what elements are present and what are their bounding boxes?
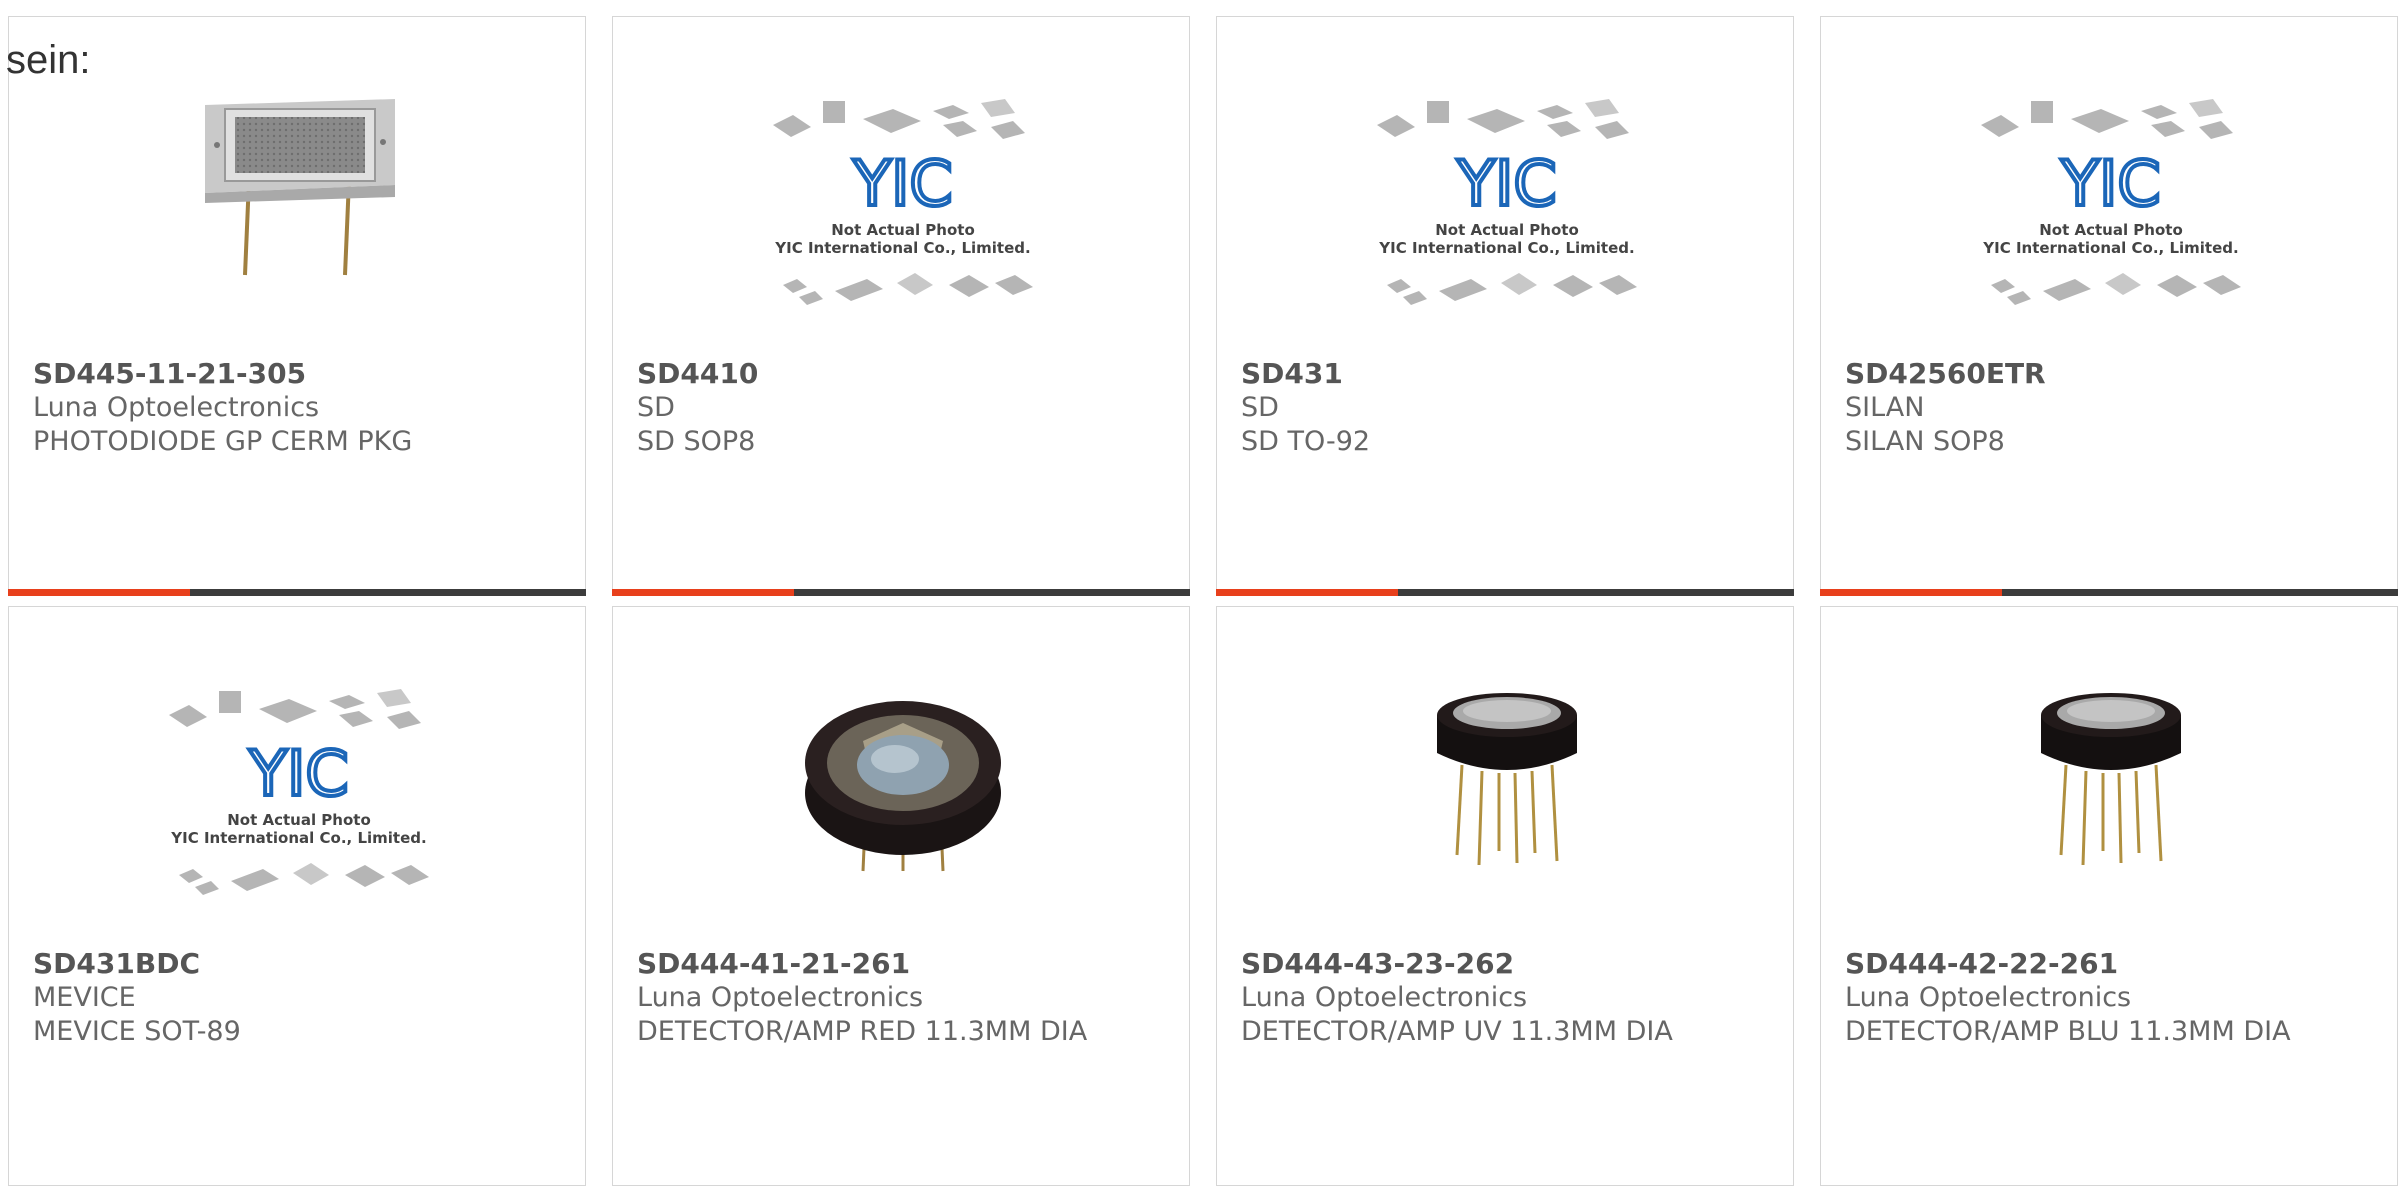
product-image[interactable] <box>2011 675 2211 875</box>
placeholder-line2: YIC International Co., Limited. <box>1378 239 1634 257</box>
detector-pins-image <box>2041 693 2181 866</box>
manufacturer: SD <box>1241 392 1279 423</box>
card-accent-bar <box>8 589 190 596</box>
yic-logo: YIC <box>1456 147 1556 220</box>
placeholder-line1: Not Actual Photo <box>2039 221 2183 239</box>
product-image[interactable]: YIC Not Actual Photo YIC International C… <box>159 675 439 895</box>
product-card[interactable]: YIC Not Actual Photo YIC International C… <box>8 606 586 1186</box>
card-accent-bar <box>1820 589 2002 596</box>
card-bottom-bar <box>8 589 586 596</box>
manufacturer: Luna Optoelectronics <box>33 392 320 423</box>
detector-window-image <box>805 701 1001 872</box>
description: PHOTODIODE GP CERM PKG <box>33 426 413 457</box>
manufacturer: MEVICE <box>33 982 136 1013</box>
product-card[interactable]: SD444-43-23-262 Luna Optoelectronics DET… <box>1216 606 1794 1186</box>
placeholder-line2: YIC International Co., Limited. <box>774 239 1030 257</box>
detector-pins-image <box>1437 693 1577 866</box>
yic-logo: YIC <box>248 737 348 810</box>
placeholder-line2: YIC International Co., Limited. <box>170 829 426 847</box>
product-image[interactable] <box>803 675 1003 875</box>
part-number[interactable]: SD445-11-21-305 <box>33 357 569 391</box>
product-image[interactable] <box>199 85 399 285</box>
part-number[interactable]: SD431 <box>1241 357 1777 391</box>
placeholder-line1: Not Actual Photo <box>227 811 371 829</box>
description: SILAN SOP8 <box>1845 426 2005 457</box>
placeholder-image: YIC Not Actual Photo YIC International C… <box>169 689 429 895</box>
product-card[interactable]: SD444-42-22-261 Luna Optoelectronics DET… <box>1820 606 2398 1186</box>
manufacturer: Luna Optoelectronics <box>1241 982 1528 1013</box>
manufacturer: SILAN <box>1845 392 1925 423</box>
part-number[interactable]: SD42560ETR <box>1845 357 2381 391</box>
product-card[interactable]: SD444-41-21-261 Luna Optoelectronics DET… <box>612 606 1190 1186</box>
description: SD SOP8 <box>637 426 756 457</box>
yic-logo: YIC <box>852 147 952 220</box>
description: DETECTOR/AMP BLU 11.3MM DIA <box>1845 1016 2291 1047</box>
product-card[interactable]: YIC Not Actual Photo YIC International C… <box>612 16 1190 596</box>
card-bottom-bar <box>1216 589 1794 596</box>
card-accent-bar <box>1216 589 1398 596</box>
photodiode-image <box>205 99 395 276</box>
product-image[interactable]: YIC Not Actual Photo YIC International C… <box>763 85 1043 305</box>
description: DETECTOR/AMP RED 11.3MM DIA <box>637 1016 1088 1047</box>
card-accent-bar <box>612 589 794 596</box>
part-number[interactable]: SD4410 <box>637 357 1173 391</box>
manufacturer: Luna Optoelectronics <box>1845 982 2132 1013</box>
manufacturer: Luna Optoelectronics <box>637 982 924 1013</box>
lead-text: sein: <box>6 38 91 82</box>
product-image[interactable]: YIC Not Actual Photo YIC International C… <box>1971 85 2251 305</box>
product-image[interactable] <box>1407 675 1607 875</box>
part-number[interactable]: SD444-42-22-261 <box>1845 947 2381 981</box>
product-card[interactable]: SD445-11-21-305 Luna Optoelectronics PHO… <box>8 16 586 596</box>
manufacturer: SD <box>637 392 675 423</box>
placeholder-image: YIC Not Actual Photo YIC International C… <box>1981 99 2241 305</box>
part-number[interactable]: SD431BDC <box>33 947 569 981</box>
part-number[interactable]: SD444-43-23-262 <box>1241 947 1777 981</box>
card-bottom-bar <box>1820 589 2398 596</box>
product-image[interactable]: YIC Not Actual Photo YIC International C… <box>1367 85 1647 305</box>
product-card[interactable]: YIC Not Actual Photo YIC International C… <box>1820 16 2398 596</box>
description: DETECTOR/AMP UV 11.3MM DIA <box>1241 1016 1673 1047</box>
placeholder-image: YIC Not Actual Photo YIC International C… <box>773 99 1033 305</box>
part-number[interactable]: SD444-41-21-261 <box>637 947 1173 981</box>
product-card[interactable]: YIC Not Actual Photo YIC International C… <box>1216 16 1794 596</box>
placeholder-image: YIC Not Actual Photo YIC International C… <box>1377 99 1637 305</box>
placeholder-line2: YIC International Co., Limited. <box>1982 239 2238 257</box>
description: SD TO-92 <box>1241 426 1371 457</box>
card-bottom-bar <box>612 589 1190 596</box>
placeholder-line1: Not Actual Photo <box>1435 221 1579 239</box>
description: MEVICE SOT-89 <box>33 1016 241 1047</box>
placeholder-line1: Not Actual Photo <box>831 221 975 239</box>
yic-logo: YIC <box>2060 147 2160 220</box>
